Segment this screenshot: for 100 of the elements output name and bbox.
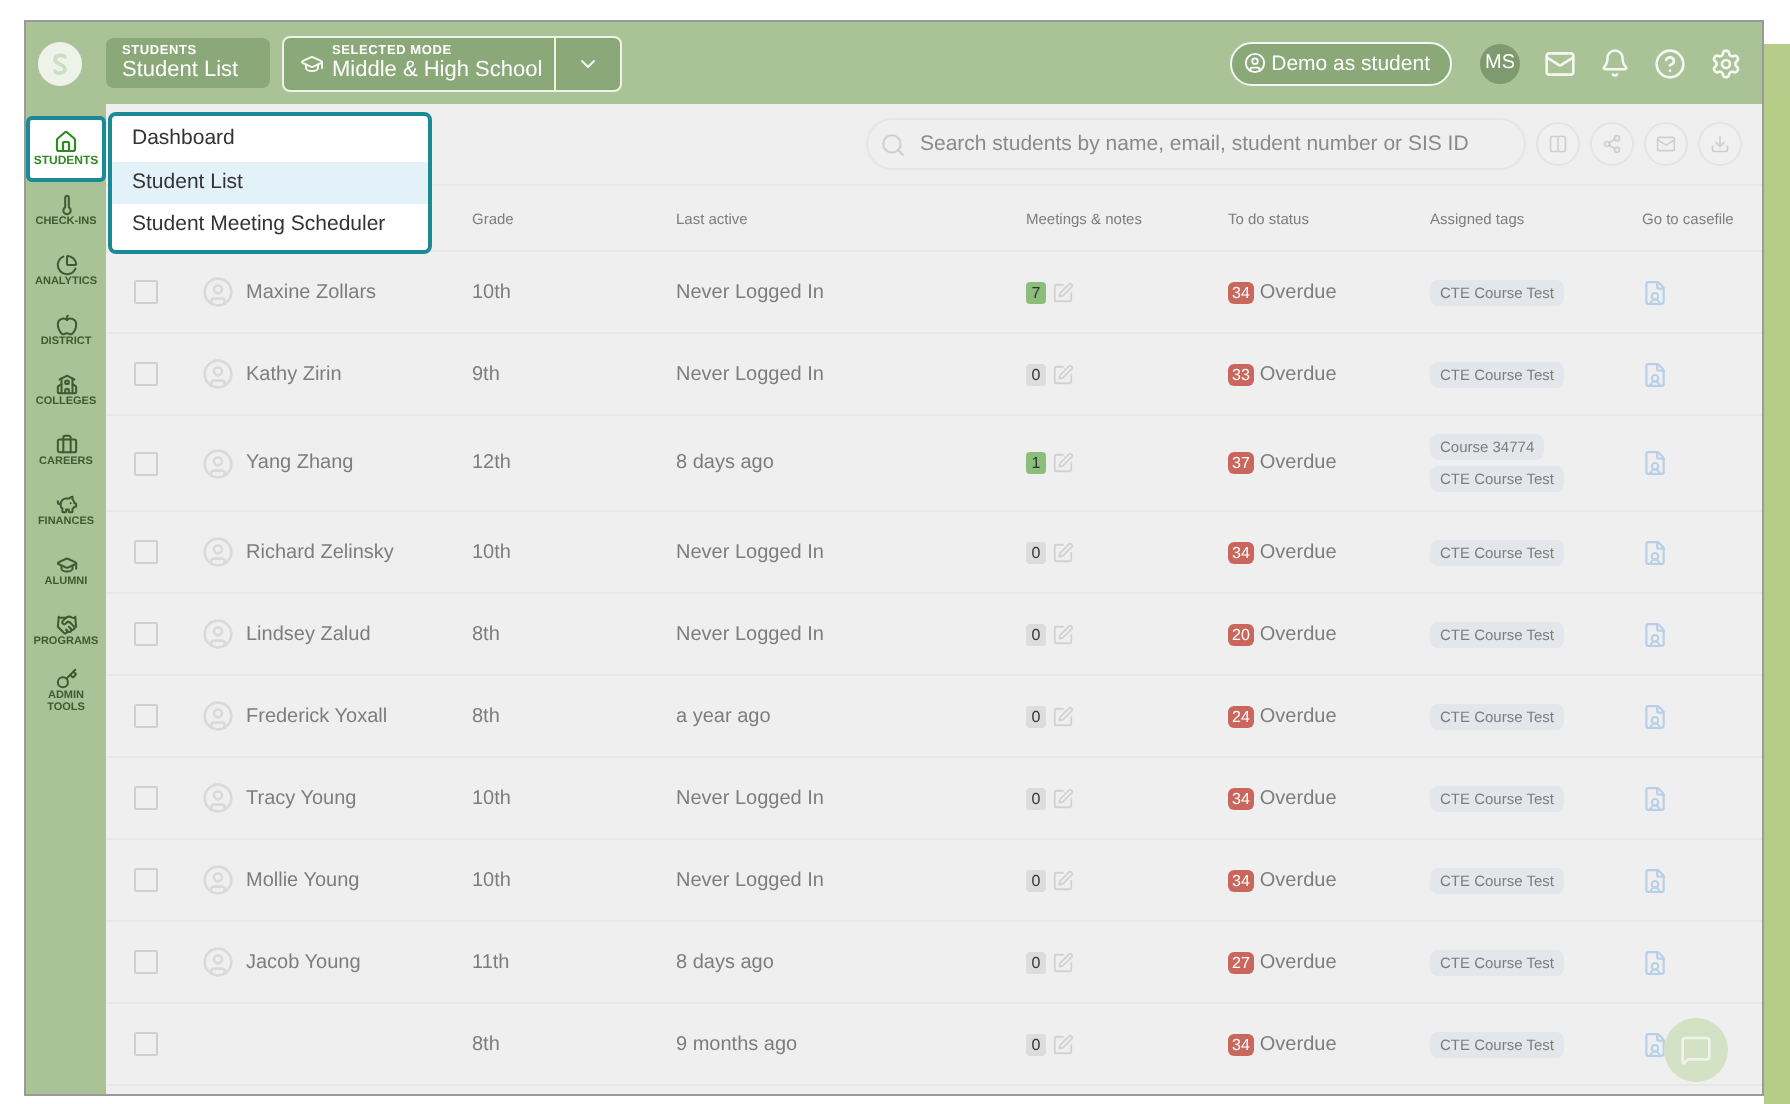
grade-cell-text: 9th [472, 363, 502, 385]
casefile-icon[interactable] [1642, 703, 1668, 729]
edit-icon[interactable] [1052, 1033, 1074, 1055]
grade-cell-text: 10th [472, 869, 513, 891]
user-avatar[interactable]: MS [1480, 43, 1520, 83]
meetings-count: 0 [1026, 541, 1046, 563]
todo-count: 34 [1228, 787, 1254, 809]
share-icon [1602, 134, 1622, 154]
mail-icon[interactable] [1544, 47, 1576, 79]
meetings-count: 0 [1026, 363, 1046, 385]
email-button[interactable] [1644, 122, 1688, 166]
row-checkbox[interactable] [134, 451, 158, 475]
columns-button[interactable] [1536, 122, 1580, 166]
menu-item[interactable]: Student List [112, 161, 428, 204]
last-active-cell-text: Never Logged In [676, 869, 826, 891]
todo-status: Overdue [1259, 705, 1337, 727]
settings-icon[interactable] [1710, 47, 1742, 79]
grade-cell-text: 8th [472, 623, 502, 645]
search-field[interactable]: Search students by name, email, student number or SIS ID [866, 118, 1526, 170]
todo-status: Overdue [1259, 787, 1337, 809]
casefile-icon[interactable] [1642, 279, 1668, 305]
casefile-icon[interactable] [1642, 361, 1668, 387]
key-icon [55, 668, 77, 691]
todo-status: Overdue [1259, 452, 1337, 474]
edit-icon[interactable] [1052, 363, 1074, 385]
last-active-cell-text: Never Logged In [676, 623, 826, 645]
grade-cell-text: 11th [472, 951, 512, 973]
logo-icon[interactable] [38, 41, 82, 85]
menu-item[interactable]: Student Meeting Scheduler [112, 204, 428, 247]
todo-count: 27 [1228, 951, 1254, 973]
casefile-icon[interactable] [1642, 450, 1668, 476]
grade-cell-text: 8th [472, 1033, 502, 1055]
casefile-icon[interactable] [1642, 867, 1668, 893]
student-name[interactable]: Richard Zelinsky [246, 541, 394, 563]
edit-icon[interactable] [1052, 951, 1074, 973]
todo-count: 34 [1228, 281, 1254, 303]
edit-icon[interactable] [1052, 623, 1074, 645]
share-button[interactable] [1590, 122, 1634, 166]
todo-count: 37 [1228, 452, 1254, 474]
casefile-icon[interactable] [1642, 949, 1668, 975]
home-icon [54, 129, 78, 154]
todo-status: Overdue [1259, 281, 1337, 303]
casefile-icon[interactable] [1642, 785, 1668, 811]
student-name[interactable]: Mollie Young [246, 869, 360, 891]
edit-icon[interactable] [1052, 541, 1074, 563]
last-active-cell-text: 8 days ago [676, 951, 776, 973]
row-checkbox[interactable] [134, 786, 158, 810]
edit-icon[interactable] [1052, 869, 1074, 891]
last-active-cell-text: Never Logged In [676, 363, 826, 385]
todo-count: 24 [1228, 705, 1254, 727]
edit-icon[interactable] [1052, 281, 1074, 303]
row-checkbox[interactable] [134, 950, 158, 974]
last-active-cell-text: 8 days ago [676, 452, 776, 474]
download-icon [1710, 134, 1730, 154]
row-checkbox[interactable] [134, 622, 158, 646]
student-name[interactable]: Frederick Yoxall [246, 705, 388, 727]
todo-status: Overdue [1259, 623, 1337, 645]
student-name[interactable]: Tracy Young [246, 787, 357, 809]
todo-status: Overdue [1259, 869, 1337, 891]
apple-icon [55, 314, 77, 337]
edit-icon[interactable] [1052, 787, 1074, 809]
row-checkbox[interactable] [134, 1032, 158, 1056]
briefcase-icon [55, 434, 77, 457]
meetings-count: 0 [1026, 787, 1046, 809]
grade-cell-text: 8th [472, 705, 502, 727]
menu-item[interactable]: Dashboard [112, 118, 428, 161]
todo-count: 34 [1228, 541, 1254, 563]
demo-button[interactable]: Demo as student [1229, 41, 1452, 85]
student-name[interactable]: Lindsey Zalud [246, 623, 371, 645]
bell-icon[interactable] [1600, 48, 1630, 78]
student-name[interactable]: Maxine Zollars [246, 281, 377, 303]
last-active-cell-text: Never Logged In [676, 787, 826, 809]
edit-icon[interactable] [1052, 705, 1074, 727]
row-checkbox[interactable] [134, 868, 158, 892]
last-active-cell-text: Never Logged In [676, 281, 826, 303]
row-checkbox[interactable] [134, 362, 158, 386]
row-checkbox[interactable] [134, 704, 158, 728]
student-name[interactable]: Jacob Young [246, 951, 361, 973]
chat-button[interactable] [1664, 1018, 1728, 1082]
todo-count: 20 [1228, 623, 1254, 645]
search-icon [880, 131, 906, 157]
meetings-count: 7 [1026, 281, 1046, 303]
row-checkbox[interactable] [134, 540, 158, 564]
row-checkbox[interactable] [134, 280, 158, 304]
student-name[interactable]: Kathy Zirin [246, 363, 342, 385]
casefile-icon[interactable] [1642, 621, 1668, 647]
download-button[interactable] [1698, 122, 1742, 166]
user-icon [1243, 52, 1266, 74]
casefile-icon[interactable] [1642, 1031, 1668, 1057]
todo-status: Overdue [1259, 951, 1337, 973]
edit-icon[interactable] [1052, 452, 1074, 474]
school-icon [55, 374, 77, 397]
piggy-bank-icon [55, 494, 77, 517]
casefile-icon[interactable] [1642, 539, 1668, 565]
help-icon[interactable] [1654, 47, 1686, 79]
handshake-icon [55, 614, 77, 637]
section-title: Student List [122, 58, 241, 82]
last-active-cell-text: 9 months ago [676, 1033, 800, 1055]
student-name[interactable]: Yang Zhang [246, 452, 354, 474]
grade-cell-text: 10th [472, 281, 513, 303]
